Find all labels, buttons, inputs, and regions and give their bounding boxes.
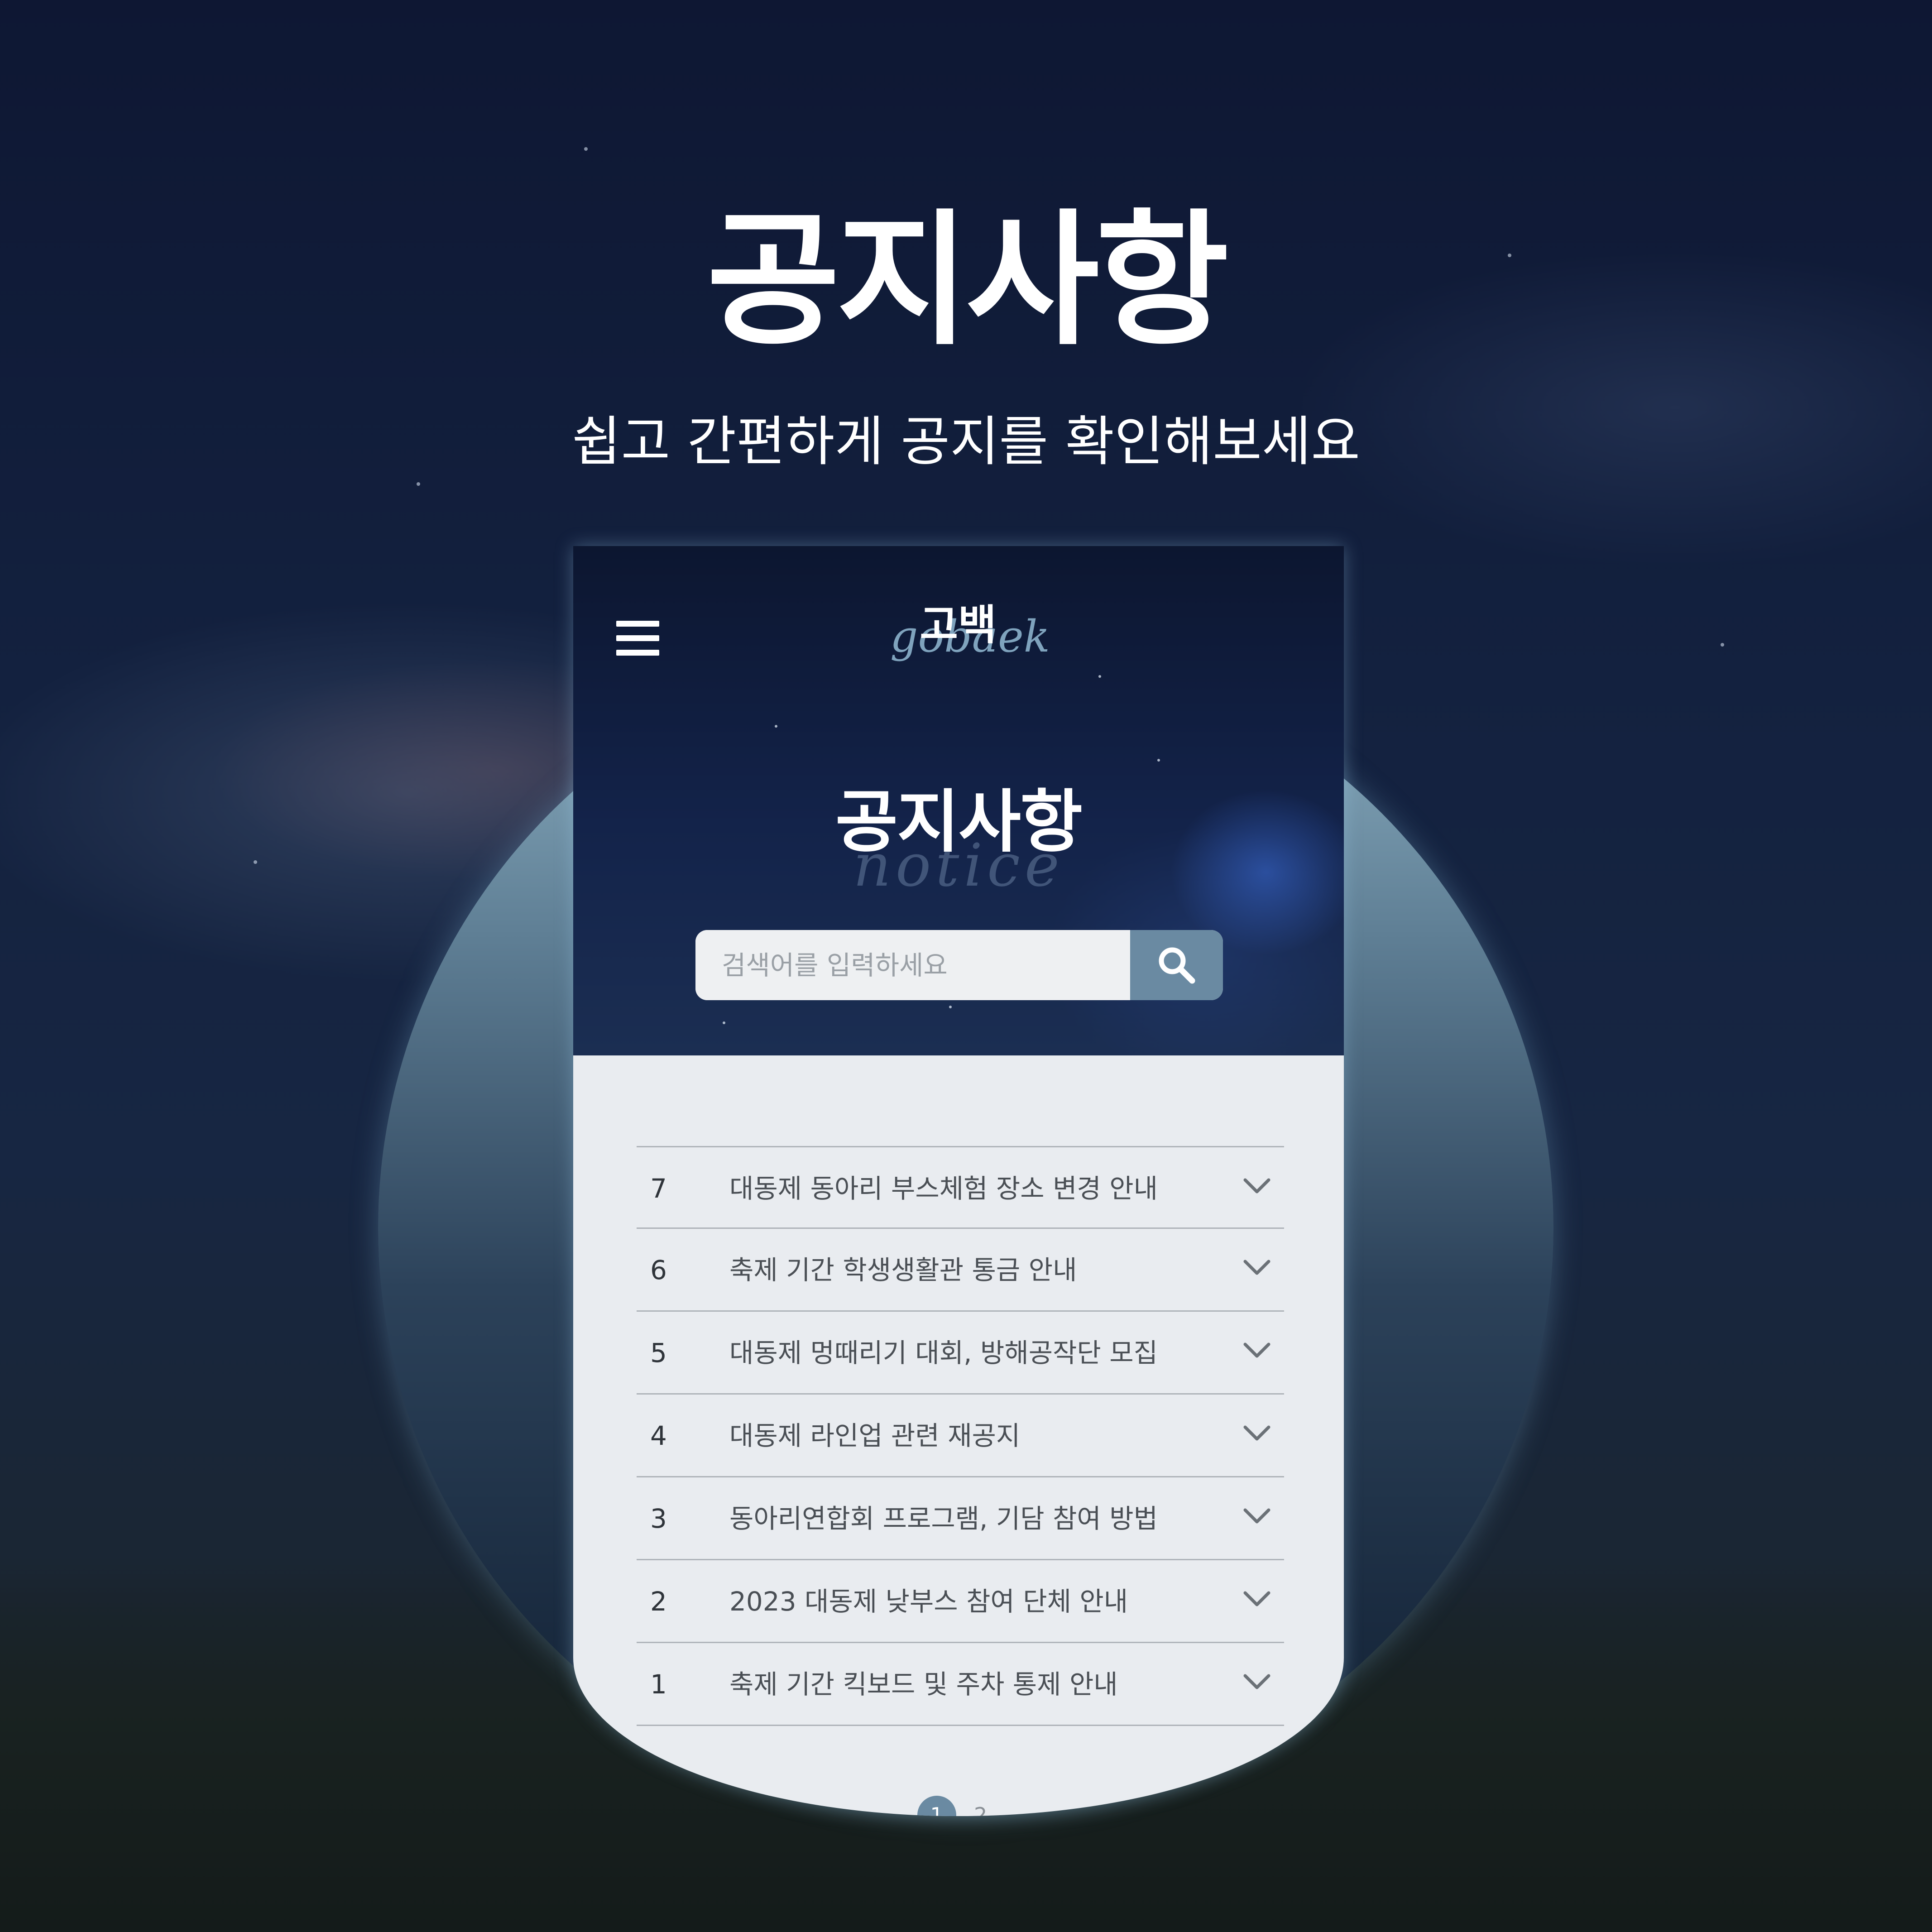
- search-bar: [695, 930, 1223, 1000]
- header-star: [949, 1006, 952, 1008]
- chevron-down-icon[interactable]: [1243, 1507, 1270, 1525]
- notice-row[interactable]: 7 대동제 동아리 부스체험 장소 변경 안내: [637, 1146, 1284, 1229]
- background-star: [584, 147, 588, 151]
- pagination: 1 2: [917, 1796, 1008, 1816]
- chevron-down-icon[interactable]: [1243, 1259, 1270, 1277]
- hero-title: 공지사항: [706, 197, 1229, 365]
- background-star: [1721, 643, 1724, 647]
- search-input[interactable]: [695, 930, 1130, 1000]
- chevron-down-icon[interactable]: [1243, 1342, 1270, 1360]
- notice-list: 7 대동제 동아리 부스체험 장소 변경 안내 6 축제 기간 학생생활관 통금…: [637, 1146, 1284, 1726]
- notice-title: 대동제 멍때리기 대회, 방해공작단 모집: [729, 1338, 1158, 1368]
- notice-row[interactable]: 2 2023 대동제 낮부스 참여 단체 안내: [637, 1560, 1284, 1643]
- notice-number: 7: [650, 1173, 667, 1204]
- header-star: [723, 1021, 725, 1024]
- notice-number: 3: [650, 1503, 667, 1534]
- header-star: [1098, 675, 1101, 678]
- notice-title: 대동제 동아리 부스체험 장소 변경 안내: [729, 1173, 1158, 1204]
- notice-row[interactable]: 4 대동제 라인업 관련 재공지: [637, 1395, 1284, 1477]
- poster-background: 공지사항 쉽고 간편하게 공지를 확인해보세요 gobaek 고백 notice…: [0, 0, 1932, 1932]
- notice-title: 대동제 라인업 관련 재공지: [729, 1420, 1021, 1451]
- notice-title: 동아리연합회 프로그램, 기담 참여 방법: [729, 1503, 1158, 1534]
- notice-row[interactable]: 5 대동제 멍때리기 대회, 방해공작단 모집: [637, 1312, 1284, 1395]
- notice-number: 6: [650, 1255, 667, 1285]
- chevron-down-icon[interactable]: [1243, 1424, 1270, 1443]
- notice-number: 1: [650, 1669, 667, 1700]
- chevron-down-icon[interactable]: [1243, 1177, 1270, 1195]
- chevron-down-icon[interactable]: [1243, 1673, 1270, 1691]
- phone-screen: gobaek 고백 notice 공지사항 7 대동제 동아리 부스체험 장소 …: [573, 546, 1344, 1816]
- notice-number: 4: [650, 1420, 667, 1451]
- menu-button[interactable]: [616, 616, 659, 662]
- app-logo[interactable]: gobaek 고백: [890, 598, 1050, 671]
- page-title: 공지사항: [835, 783, 1083, 862]
- header-star: [775, 725, 777, 728]
- hero-subtitle: 쉽고 간편하게 공지를 확인해보세요: [572, 410, 1360, 473]
- notice-title: 2023 대동제 낮부스 참여 단체 안내: [729, 1586, 1128, 1617]
- notice-title: 축제 기간 킥보드 및 주차 통제 안내: [729, 1669, 1118, 1700]
- background-star: [254, 860, 257, 864]
- search-button[interactable]: [1130, 930, 1223, 1000]
- page-button-next[interactable]: 2: [974, 1796, 987, 1816]
- header-star: [1157, 759, 1160, 762]
- page-button-current[interactable]: 1: [917, 1796, 956, 1816]
- logo-hangul-text: 고백: [920, 601, 997, 649]
- notice-row[interactable]: 3 동아리연합회 프로그램, 기담 참여 방법: [637, 1477, 1284, 1560]
- notice-number: 5: [650, 1338, 667, 1368]
- notice-title: 축제 기간 학생생활관 통금 안내: [729, 1255, 1077, 1285]
- app-header: gobaek 고백 notice 공지사항: [573, 546, 1344, 1055]
- search-icon: [1159, 947, 1195, 984]
- background-star: [417, 482, 420, 486]
- notice-row[interactable]: 1 축제 기간 킥보드 및 주차 통제 안내: [637, 1643, 1284, 1726]
- notice-row[interactable]: 6 축제 기간 학생생활관 통금 안내: [637, 1229, 1284, 1312]
- notice-number: 2: [650, 1586, 667, 1617]
- chevron-down-icon[interactable]: [1243, 1590, 1270, 1608]
